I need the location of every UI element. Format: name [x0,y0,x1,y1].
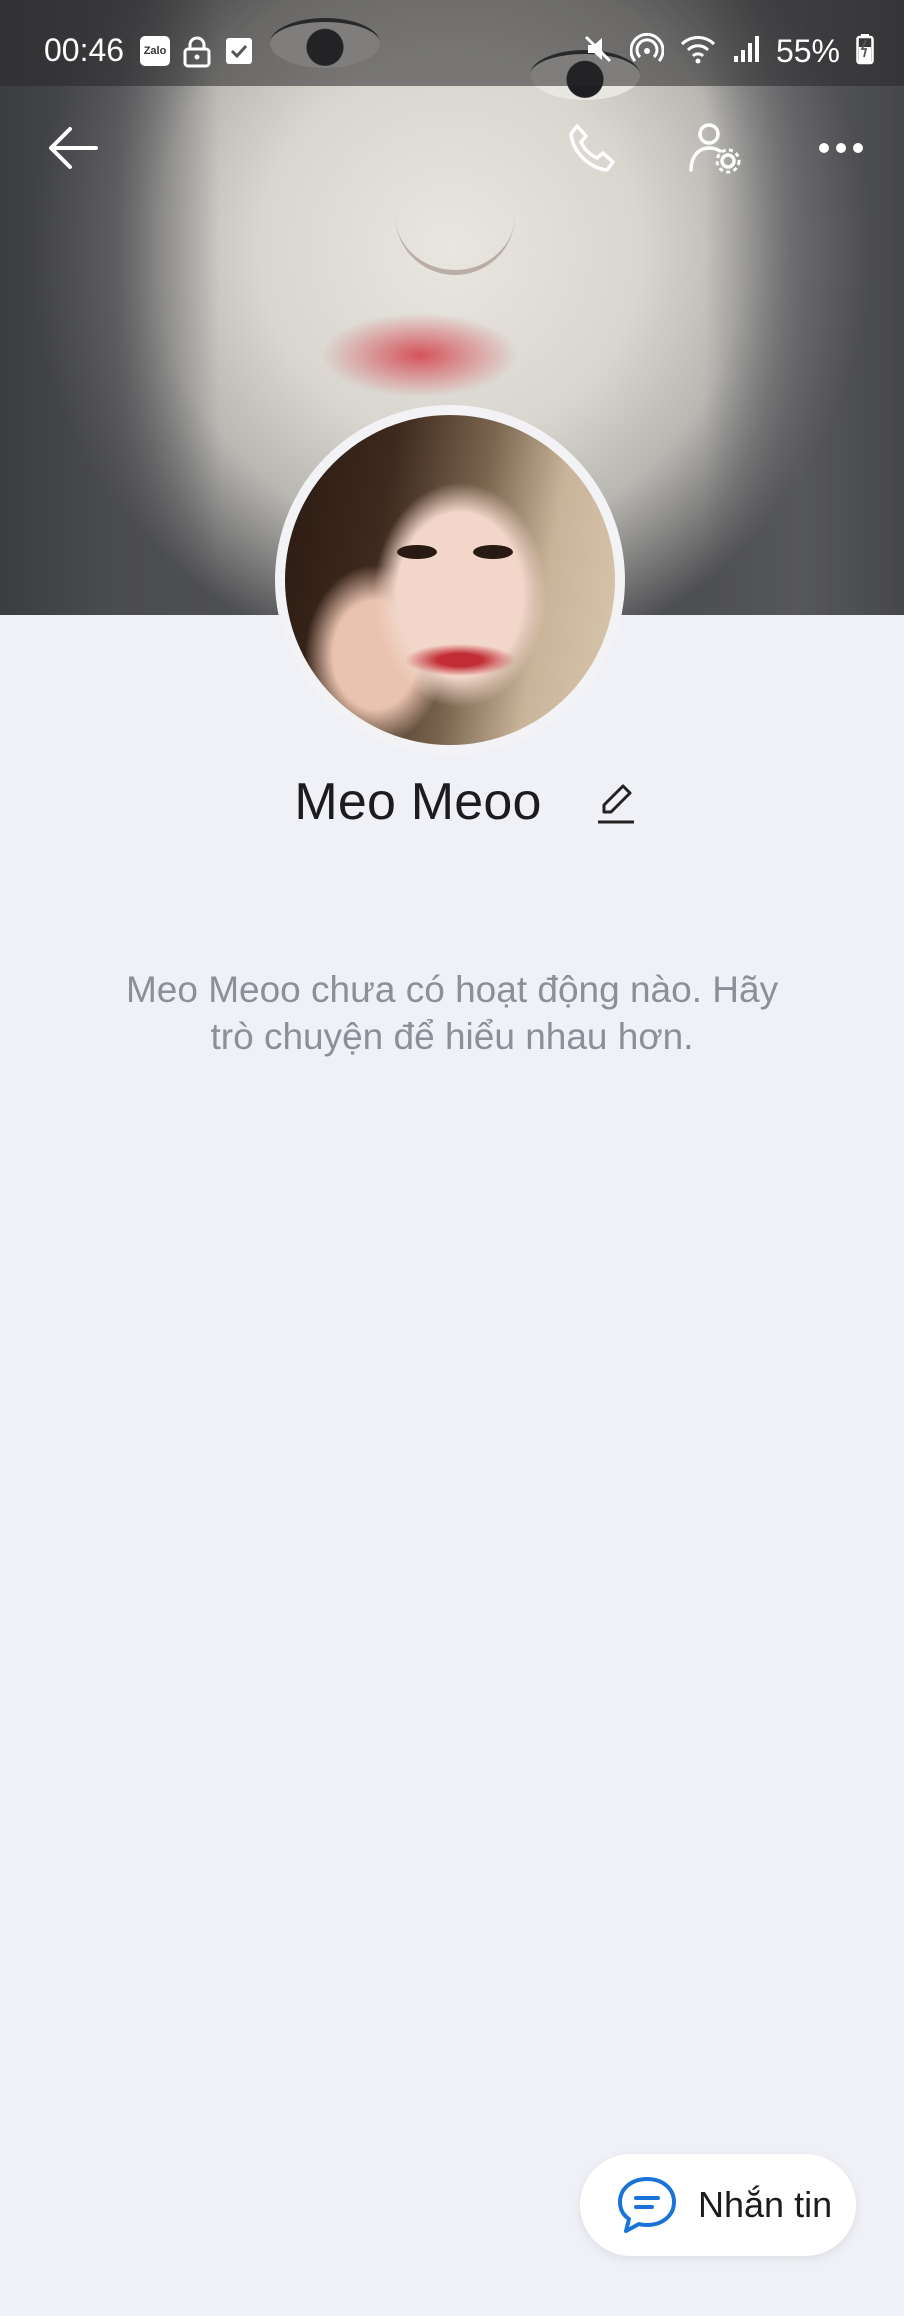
avatar-photo-detail [473,545,513,559]
status-notification-icons: Zalo [140,36,254,73]
hotspot-icon [629,32,665,71]
signal-icon [732,34,760,69]
more-icon [818,141,864,160]
empty-activity-message: Meo Meoo chưa có hoạt động nào. Hãy trò … [125,969,779,1057]
pencil-icon [596,784,636,830]
profile-avatar[interactable] [275,405,625,755]
chat-bubble-icon [616,2175,678,2235]
battery-charging-icon [856,33,874,70]
zalo-app-icon: Zalo [140,36,170,66]
avatar-photo [285,415,615,745]
user-settings-icon [687,120,743,181]
more-button[interactable] [806,115,876,185]
status-time: 00:46 [44,32,125,68]
lock-icon [182,36,212,73]
message-button-label: Nhắn tin [698,2184,833,2225]
cover-photo-detail [395,210,515,275]
call-button[interactable] [556,115,626,185]
profile-name: Meo Meoo [294,773,542,831]
status-system-icons: 55% [582,32,874,71]
mute-icon [582,33,614,70]
avatar-photo-detail [397,545,437,559]
status-bar: 00:46 Zalo 55% [0,0,904,86]
user-settings-button[interactable] [680,115,750,185]
cover-photo-shade-left [0,0,220,615]
back-arrow-icon [48,126,98,175]
edit-name-button[interactable] [596,780,636,830]
checkbox-icon [224,36,254,73]
back-button[interactable] [38,115,108,185]
message-button[interactable]: Nhắn tin [580,2154,856,2256]
battery-percent: 55% [775,33,840,69]
cover-photo-shade-right [704,0,904,615]
wifi-icon [680,34,716,69]
phone-icon [565,122,617,179]
